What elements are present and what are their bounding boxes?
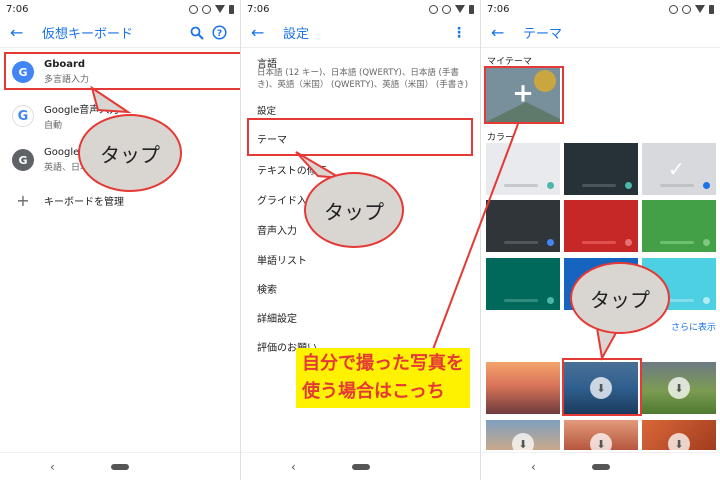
google-icon: G <box>12 105 34 127</box>
photo-theme-dusk[interactable]: ⬇ <box>564 420 638 450</box>
help-icon[interactable]: ? <box>208 22 230 44</box>
theme-charcoal[interactable] <box>486 200 560 252</box>
settings-item-voice-input[interactable]: 音声入力 <box>257 222 297 237</box>
note-line-2: 使う場合はこっち <box>302 381 445 402</box>
back-arrow-icon[interactable]: ← <box>251 23 275 42</box>
battery-icon <box>469 4 474 14</box>
status-time: 7:06 <box>487 3 510 15</box>
wifi-icon <box>695 5 705 13</box>
theme-light[interactable] <box>486 143 560 195</box>
nav-bar: ‹ <box>481 452 720 480</box>
show-more-link[interactable]: さらに表示 <box>671 320 716 333</box>
nav-back-icon[interactable]: ‹ <box>531 460 536 474</box>
photo-theme-canyon[interactable]: ⬇ <box>642 420 716 450</box>
plus-icon: + <box>16 190 30 210</box>
theme-dark[interactable] <box>564 143 638 195</box>
wifi-icon <box>215 5 225 13</box>
settings-item-dictionary[interactable]: 単語リスト <box>257 252 307 267</box>
callout-tap-photo: タップ <box>570 262 670 334</box>
panel-virtual-keyboard: 7:06 ← 仮想キーボード ? G Gboard 多言語入力 G Google… <box>0 0 240 480</box>
back-arrow-icon[interactable]: ← <box>491 23 515 42</box>
status-bar: 7:06 <box>481 0 720 18</box>
dnd-icon <box>442 4 451 14</box>
back-arrow-icon[interactable]: ← <box>10 23 34 42</box>
theme-red[interactable] <box>564 200 638 252</box>
highlight-photo-theme <box>562 358 642 416</box>
theme-green[interactable] <box>642 200 716 252</box>
theme-teal[interactable] <box>486 258 560 310</box>
highlight-my-theme <box>484 66 564 124</box>
app-bar: ← 設定 ⋮ <box>241 18 480 48</box>
download-icon: ⬇ <box>668 433 690 450</box>
settings-item-text-correction[interactable]: テキストの修正 <box>257 162 327 177</box>
download-icon: ⬇ <box>512 433 534 450</box>
page-title: 設定 <box>283 27 310 42</box>
app-bar: ← テーマ <box>481 18 720 48</box>
download-icon: ⬇ <box>668 377 690 399</box>
download-icon: ⬇ <box>590 433 612 450</box>
nav-bar: ‹ <box>241 452 480 480</box>
status-time: 7:06 <box>247 3 270 15</box>
nav-home-icon[interactable] <box>352 463 370 470</box>
manage-keyboards-label: キーボードを管理 <box>44 196 124 208</box>
nav-home-icon[interactable] <box>111 463 129 470</box>
settings-item-search[interactable]: 検索 <box>257 281 277 296</box>
more-vert-icon[interactable]: ⋮ <box>448 22 470 44</box>
alarm-icon <box>189 4 198 14</box>
battery-icon <box>709 4 714 14</box>
language-value: 日本語 (12 キー)、日本語 (QWERTY)、日本語 (手書き)、英語（米国… <box>257 68 469 90</box>
alarm-icon <box>669 4 678 14</box>
photo-theme-meadow[interactable]: ⬇ <box>642 362 716 414</box>
app-bar: ← 仮想キーボード ? <box>0 18 240 48</box>
highlight-gboard <box>4 52 240 90</box>
search-icon[interactable] <box>186 22 208 44</box>
dnd-icon <box>202 4 211 14</box>
callout-tap-gboard: タップ <box>78 114 182 192</box>
panel-themes: 7:06 ← テーマ マイテーマ + カラー ✓ さらに表示 ⬇ ⬇ ⬇ ⬇ ⬇… <box>480 0 720 480</box>
nav-back-icon[interactable]: ‹ <box>50 460 55 474</box>
page-title: 仮想キーボード <box>42 27 134 42</box>
photo-theme-lake[interactable]: ⬇ <box>486 420 560 450</box>
google-japanese-input-icon: G <box>12 149 34 171</box>
page-title: テーマ <box>523 27 563 42</box>
check-icon: ✓ <box>668 157 685 181</box>
status-time: 7:06 <box>6 3 29 15</box>
wifi-icon <box>455 5 465 13</box>
battery-icon <box>229 4 234 14</box>
status-bar: 7:06 <box>241 0 480 18</box>
color-label: カラー <box>487 133 515 143</box>
settings-item-advanced[interactable]: 詳細設定 <box>257 310 297 325</box>
theme-grey-selected[interactable]: ✓ <box>642 143 716 195</box>
keyboard-name: Google音声入力 <box>44 105 120 116</box>
nav-bar: ‹ <box>0 452 240 480</box>
svg-text:?: ? <box>216 29 221 39</box>
nav-home-icon[interactable] <box>592 463 610 470</box>
callout-tap-theme: タップ <box>304 172 404 248</box>
note-own-photo: 自分で撮った写真を 使う場合はこっち <box>296 348 470 408</box>
status-bar: 7:06 <box>0 0 240 18</box>
nav-back-icon[interactable]: ‹ <box>291 460 296 474</box>
dnd-icon <box>682 4 691 14</box>
settings-section-label: 設定 <box>257 106 277 117</box>
photo-theme-sunset[interactable] <box>486 362 560 414</box>
note-line-1: 自分で撮った写真を <box>302 353 464 374</box>
alarm-icon <box>429 4 438 14</box>
highlight-theme <box>247 118 473 156</box>
